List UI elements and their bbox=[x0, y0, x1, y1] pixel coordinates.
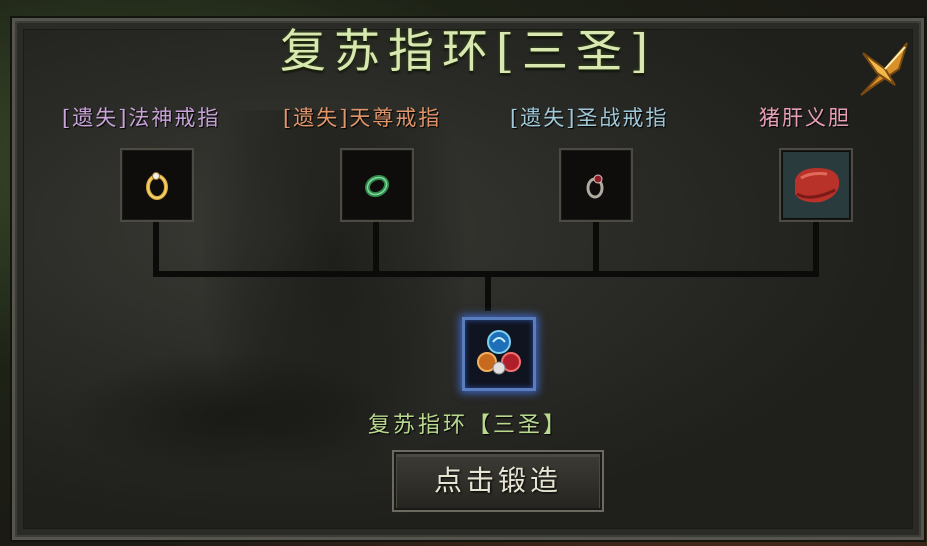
forge-dialog: [遗失]法神戒指 [遗失]天尊戒指 [遗失]圣战戒指 猪肝义胆 复苏指环【三圣】… bbox=[12, 18, 924, 540]
material-label-4: 猪肝义胆 bbox=[759, 102, 851, 132]
material-3-name: 圣战戒指 bbox=[576, 106, 669, 130]
connector-line bbox=[373, 222, 379, 277]
triple-gem-ring-icon bbox=[477, 330, 521, 375]
material-1-name: 法神戒指 bbox=[128, 106, 221, 130]
connector-line bbox=[485, 271, 491, 311]
material-label-3: [遗失]圣战戒指 bbox=[510, 102, 668, 132]
material-slot-1[interactable] bbox=[120, 148, 194, 222]
connector-line bbox=[813, 222, 819, 277]
gem-ring-icon bbox=[586, 174, 604, 199]
gold-ring-icon bbox=[146, 172, 168, 200]
material-4-name: 猪肝义胆 bbox=[759, 106, 851, 130]
red-organ-icon bbox=[783, 152, 849, 218]
dialog-title: 复苏指环[三圣] bbox=[280, 24, 656, 78]
material-slot-4[interactable] bbox=[779, 148, 853, 222]
material-2-tag: [遗失] bbox=[283, 106, 350, 130]
connector-line bbox=[593, 222, 599, 277]
connector-line bbox=[153, 222, 159, 277]
result-slot[interactable] bbox=[462, 317, 536, 391]
material-label-1: [遗失]法神戒指 bbox=[62, 102, 220, 132]
dialog-body: [遗失]法神戒指 [遗失]天尊戒指 [遗失]圣战戒指 猪肝义胆 复苏指环【三圣】… bbox=[23, 29, 913, 529]
material-slot-2[interactable] bbox=[340, 148, 414, 222]
material-2-name: 天尊戒指 bbox=[349, 106, 442, 130]
result-item-name: 复苏指环【三圣】 bbox=[367, 413, 568, 438]
forge-button[interactable]: 点击锻造 bbox=[392, 450, 604, 512]
material-label-2: [遗失]天尊戒指 bbox=[283, 102, 441, 132]
material-slot-3[interactable] bbox=[559, 148, 633, 222]
material-1-tag: [遗失] bbox=[62, 106, 129, 130]
material-3-tag: [遗失] bbox=[510, 106, 577, 130]
jade-ring-icon bbox=[364, 174, 390, 198]
close-icon[interactable] bbox=[855, 39, 913, 101]
